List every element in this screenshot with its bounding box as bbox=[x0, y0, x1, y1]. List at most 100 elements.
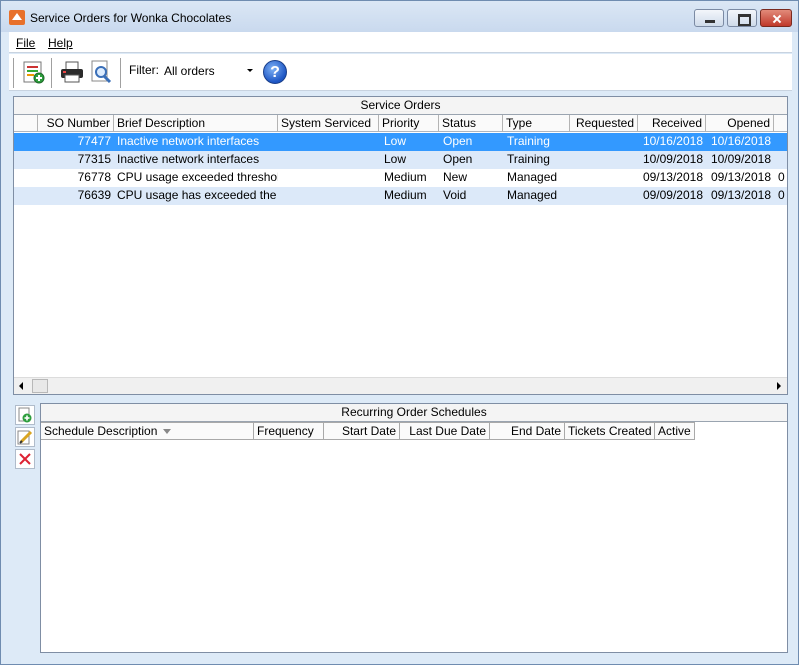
delete-schedule-button[interactable] bbox=[15, 449, 35, 469]
type-cell: Managed bbox=[507, 170, 558, 184]
opened-cell: 09/13/2018 bbox=[710, 188, 771, 202]
delete-x-icon bbox=[19, 453, 31, 465]
description-cell: CPU usage has exceeded the bbox=[117, 188, 277, 202]
horizontal-scrollbar[interactable] bbox=[14, 377, 787, 394]
extra-cell: 0 bbox=[778, 170, 785, 184]
status-cell: Open bbox=[443, 134, 473, 148]
system-cell bbox=[278, 169, 379, 187]
received-cell: 10/09/2018 bbox=[642, 152, 703, 166]
column-header[interactable]: Last Due Date bbox=[400, 422, 490, 440]
priority-cell: Medium bbox=[384, 170, 427, 184]
window-title: Service Orders for Wonka Chocolates bbox=[30, 11, 232, 25]
menu-help-label: Help bbox=[48, 36, 73, 50]
column-header[interactable]: Tickets Created bbox=[565, 422, 655, 440]
add-schedule-button[interactable] bbox=[15, 405, 35, 425]
extra-cell: 0 bbox=[778, 188, 785, 202]
opened-cell: 09/13/2018 bbox=[710, 170, 771, 184]
sort-arrow-icon bbox=[163, 429, 172, 435]
add-icon bbox=[18, 407, 32, 423]
column-header[interactable]: Received bbox=[638, 115, 706, 132]
table-row[interactable]: 76639 CPU usage has exceeded the Medium … bbox=[14, 187, 787, 205]
column-header[interactable]: Priority bbox=[379, 115, 439, 132]
recurring-schedules-panel: Recurring Order Schedules Schedule Descr… bbox=[40, 403, 788, 653]
title-bar[interactable]: Service Orders for Wonka Chocolates bbox=[1, 1, 798, 32]
toolbar: Filter: All orders ? bbox=[9, 54, 792, 91]
received-cell: 09/13/2018 bbox=[642, 170, 703, 184]
table-row[interactable]: 77315 Inactive network interfaces Low Op… bbox=[14, 151, 787, 169]
table-row[interactable]: 76778 CPU usage exceeded threshold Mediu… bbox=[14, 169, 787, 187]
status-cell: Open bbox=[443, 152, 473, 166]
scroll-right-icon[interactable] bbox=[770, 378, 787, 394]
so-number-cell: 76639 bbox=[77, 188, 111, 202]
column-header-label: Schedule Description bbox=[44, 424, 158, 438]
requested-cell bbox=[570, 187, 638, 205]
column-header[interactable]: Frequency bbox=[254, 422, 324, 440]
extra-cell bbox=[776, 151, 787, 169]
scroll-left-icon[interactable] bbox=[14, 378, 31, 394]
filter-label: Filter: bbox=[129, 63, 159, 77]
column-header[interactable]: SO Number bbox=[38, 115, 114, 132]
description-cell: CPU usage exceeded threshold bbox=[117, 170, 278, 184]
opened-cell: 10/09/2018 bbox=[710, 152, 771, 166]
so-number-cell: 77315 bbox=[77, 152, 111, 166]
column-header[interactable]: End Date bbox=[490, 422, 565, 440]
row-indicator-header bbox=[14, 115, 38, 132]
service-orders-header: SO Number Brief Description System Servi… bbox=[14, 115, 787, 132]
type-cell: Training bbox=[507, 152, 550, 166]
print-icon[interactable] bbox=[60, 59, 84, 85]
received-cell: 10/16/2018 bbox=[642, 134, 703, 148]
recurring-schedules-caption: Recurring Order Schedules bbox=[41, 404, 787, 422]
toolbar-separator bbox=[51, 58, 53, 88]
column-header[interactable]: Opened bbox=[706, 115, 774, 132]
chevron-down-icon[interactable] bbox=[247, 69, 253, 72]
description-cell: Inactive network interfaces bbox=[117, 134, 260, 148]
description-cell: Inactive network interfaces bbox=[117, 152, 260, 166]
app-icon bbox=[9, 10, 25, 25]
so-number-cell: 77477 bbox=[77, 134, 111, 148]
type-cell: Managed bbox=[507, 188, 558, 202]
scroll-thumb[interactable] bbox=[32, 379, 48, 393]
requested-cell bbox=[570, 151, 638, 169]
column-header[interactable]: System Serviced bbox=[278, 115, 379, 132]
status-cell: Void bbox=[443, 188, 467, 202]
filter-dropdown[interactable]: All orders bbox=[161, 62, 257, 80]
close-button[interactable] bbox=[760, 9, 792, 27]
column-header[interactable]: Status bbox=[439, 115, 503, 132]
requested-cell bbox=[570, 133, 638, 151]
column-header[interactable]: Brief Description bbox=[114, 115, 278, 132]
pencil-icon bbox=[17, 430, 33, 445]
new-order-icon[interactable] bbox=[22, 59, 46, 85]
column-header[interactable]: Requested bbox=[570, 115, 638, 132]
menu-file-label: File bbox=[16, 36, 36, 50]
received-cell: 09/09/2018 bbox=[642, 188, 703, 202]
extra-cell bbox=[776, 133, 787, 151]
column-header[interactable]: Type bbox=[503, 115, 570, 132]
toolbar-separator bbox=[120, 58, 122, 88]
status-cell: New bbox=[443, 170, 468, 184]
table-row[interactable]: 77477 Inactive network interfaces Low Op… bbox=[14, 133, 787, 151]
opened-cell: 10/16/2018 bbox=[710, 134, 771, 148]
menu-file[interactable]: File bbox=[16, 36, 35, 50]
priority-cell: Low bbox=[384, 134, 407, 148]
recurring-schedules-header: Schedule Description Frequency Start Dat… bbox=[41, 422, 787, 440]
column-header[interactable]: Start Date bbox=[324, 422, 400, 440]
edit-schedule-button[interactable] bbox=[15, 427, 35, 447]
print-preview-icon[interactable] bbox=[89, 59, 113, 85]
system-cell bbox=[278, 187, 379, 205]
requested-cell bbox=[570, 169, 638, 187]
menu-bar: File Help bbox=[9, 32, 792, 53]
type-cell: Training bbox=[507, 134, 550, 148]
priority-cell: Medium bbox=[384, 188, 427, 202]
filter-value: All orders bbox=[164, 64, 215, 78]
maximize-button[interactable] bbox=[727, 9, 757, 27]
help-icon[interactable]: ? bbox=[263, 60, 287, 84]
toolbar-separator bbox=[13, 58, 15, 88]
minimize-button[interactable] bbox=[694, 9, 724, 27]
system-cell bbox=[278, 133, 379, 151]
service-orders-panel: Service Orders SO Number Brief Descripti… bbox=[13, 96, 788, 395]
column-header-schedule-description[interactable]: Schedule Description bbox=[41, 422, 254, 440]
service-orders-caption: Service Orders bbox=[14, 97, 787, 115]
menu-help[interactable]: Help bbox=[48, 36, 73, 50]
so-number-cell: 76778 bbox=[77, 170, 111, 184]
column-header[interactable]: Active bbox=[655, 422, 695, 440]
